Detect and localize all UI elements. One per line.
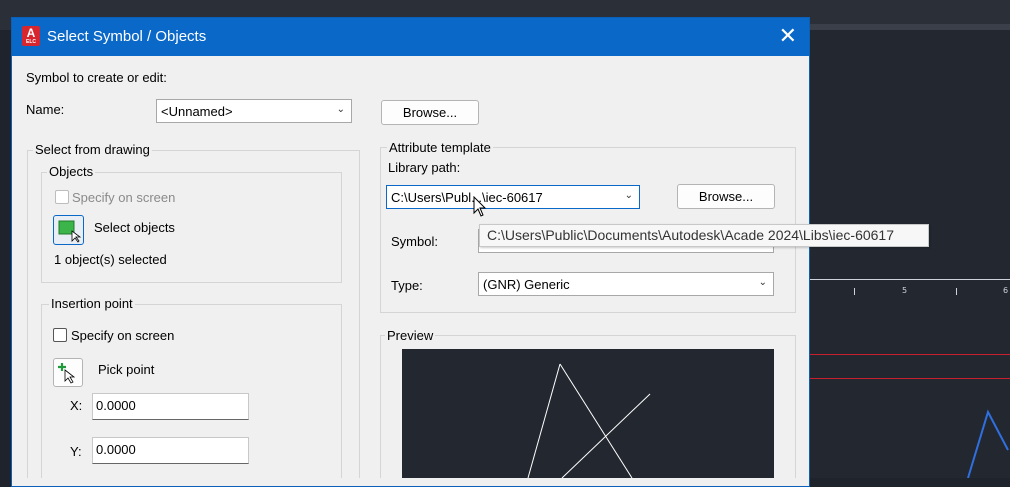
pick-point-icon <box>58 363 76 384</box>
app-icon-sub: ELC <box>26 39 36 45</box>
library-path-tooltip: C:\Users\Public\Documents\Autodesk\Acade… <box>479 224 929 247</box>
canvas-ruler-line <box>810 279 1010 280</box>
canvas-blue-waveform <box>967 409 1009 478</box>
canvas-tick <box>854 288 855 295</box>
insertion-point-title: Insertion point <box>49 296 135 311</box>
library-path-label: Library path: <box>388 160 461 175</box>
x-coordinate-input[interactable]: 0.0000 <box>92 393 249 420</box>
objects-specify-label: Specify on screen <box>72 190 176 205</box>
close-icon[interactable]: ✕ <box>779 25 797 47</box>
library-browse-button[interactable]: Browse... <box>677 184 775 209</box>
insertion-specify-checkbox[interactable] <box>53 328 67 342</box>
select-objects-button[interactable] <box>53 215 84 245</box>
x-value: 0.0000 <box>96 398 136 413</box>
dialog-titlebar[interactable]: A ELC Select Symbol / Objects ✕ <box>12 18 809 56</box>
objects-specify-checkbox[interactable] <box>55 190 69 204</box>
name-label: Name: <box>26 102 65 117</box>
symbol-label: Symbol: <box>391 234 438 249</box>
canvas-tick-label: 6 <box>1003 286 1009 295</box>
app-icon-letter: A <box>26 26 36 40</box>
chevron-down-icon: ⌄ <box>624 190 633 201</box>
preview-symbol-graphic <box>527 363 651 479</box>
library-path-value: C:\Users\Publ...\iec-60617 <box>391 190 543 205</box>
chevron-down-icon: ⌄ <box>336 104 345 115</box>
objects-title: Objects <box>47 164 96 179</box>
canvas-tick-label: 5 <box>902 286 908 295</box>
name-value: <Unnamed> <box>161 104 233 119</box>
select-from-drawing-title: Select from drawing <box>33 142 152 157</box>
mouse-cursor-icon <box>473 196 487 217</box>
pick-point-label: Pick point <box>98 362 155 377</box>
canvas-red-line <box>810 354 1010 355</box>
attribute-template-title: Attribute template <box>387 140 493 155</box>
objects-selected-status: 1 object(s) selected <box>54 252 167 267</box>
x-label: X: <box>70 398 83 413</box>
select-objects-icon <box>58 220 82 243</box>
type-combobox[interactable]: (GNR) Generic ⌄ <box>478 272 774 296</box>
preview-canvas <box>402 349 774 479</box>
y-label: Y: <box>70 444 82 459</box>
select-objects-label: Select objects <box>94 220 175 235</box>
canvas-red-line <box>810 378 1010 379</box>
preview-title: Preview <box>385 328 436 343</box>
library-path-combobox[interactable]: C:\Users\Publ...\iec-60617 ⌄ <box>386 185 640 209</box>
autocad-electrical-icon: A ELC <box>22 26 40 46</box>
y-value: 0.0000 <box>96 442 136 457</box>
insertion-specify-label: Specify on screen <box>71 328 175 343</box>
name-browse-button[interactable]: Browse... <box>381 100 479 125</box>
chevron-down-icon: ⌄ <box>758 277 767 288</box>
name-combobox[interactable]: <Unnamed> ⌄ <box>156 99 352 123</box>
type-value: (GNR) Generic <box>483 277 570 292</box>
pick-point-button[interactable] <box>53 358 83 387</box>
type-label: Type: <box>391 278 423 293</box>
canvas-tick <box>956 288 957 295</box>
dialog-title: Select Symbol / Objects <box>47 28 207 45</box>
y-coordinate-input[interactable]: 0.0000 <box>92 437 249 464</box>
symbol-section-heading: Symbol to create or edit: <box>26 70 167 85</box>
